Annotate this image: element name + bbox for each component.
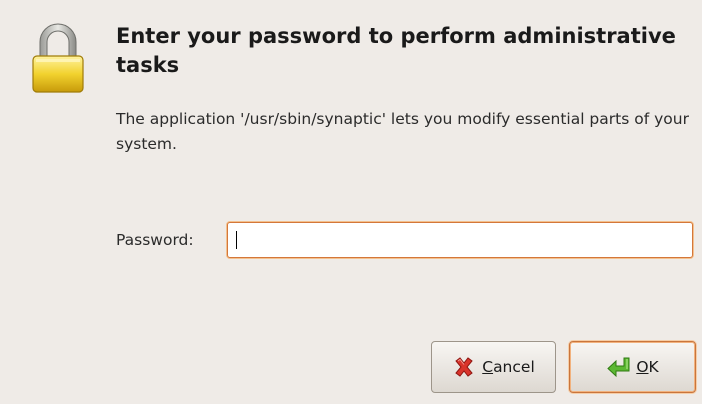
cancel-label-rest: ancel xyxy=(493,358,535,376)
password-field[interactable] xyxy=(227,222,693,258)
password-dialog: Enter your password to perform administr… xyxy=(0,0,706,407)
dialog-message: The application '/usr/sbin/synaptic' let… xyxy=(116,110,689,153)
dialog-title: Enter your password to perform administr… xyxy=(116,24,676,77)
cancel-mnemonic: C xyxy=(482,358,494,376)
password-label: Password: xyxy=(116,231,194,249)
ok-button[interactable]: OK xyxy=(569,341,696,393)
text-caret xyxy=(236,231,237,249)
enter-arrow-icon xyxy=(607,357,630,378)
cancel-x-icon xyxy=(455,357,473,377)
cancel-button[interactable]: Cancel xyxy=(431,341,556,393)
cancel-label: Cancel xyxy=(482,358,535,376)
lock-icon xyxy=(32,23,84,93)
ok-label-rest: K xyxy=(648,358,659,376)
ok-mnemonic: O xyxy=(636,358,649,376)
ok-label: OK xyxy=(636,358,658,376)
window-edge-right xyxy=(702,0,706,407)
